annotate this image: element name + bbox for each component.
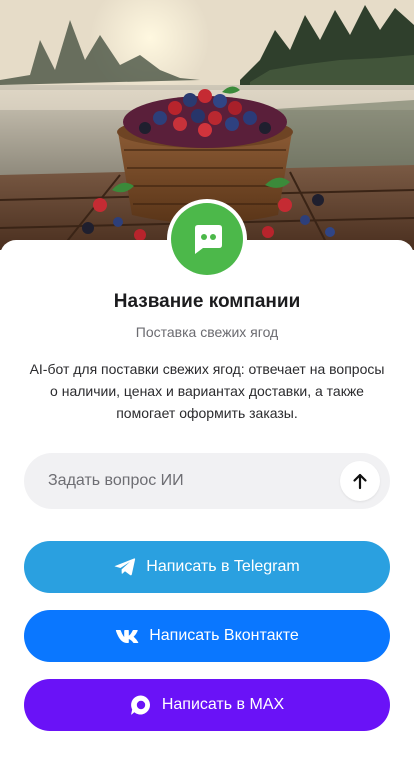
telegram-button[interactable]: Написать в Telegram	[24, 541, 390, 593]
avatar-circle	[171, 203, 243, 275]
vk-button[interactable]: Написать Вконтакте	[24, 610, 390, 662]
vk-icon	[115, 628, 139, 644]
send-button[interactable]	[340, 461, 380, 501]
arrow-up-icon	[353, 473, 367, 490]
company-name: Название компании	[113, 291, 301, 312]
max-icon	[130, 694, 152, 716]
max-button[interactable]: Написать в MAX	[24, 679, 390, 731]
avatar	[167, 199, 247, 279]
vk-button-label: Написать Вконтакте	[149, 627, 299, 644]
ask-ai-input[interactable]	[48, 472, 340, 490]
chat-bot-icon	[195, 225, 222, 254]
telegram-icon	[114, 557, 136, 577]
max-button-label: Написать в MAX	[161, 696, 285, 713]
telegram-button-label: Написать в Telegram	[146, 558, 300, 575]
company-description: AI-бот для поставки свежих ягод: отвечае…	[29, 361, 385, 421]
company-tagline: Поставка свежих ягод	[135, 324, 279, 340]
ask-ai-field	[24, 453, 390, 509]
